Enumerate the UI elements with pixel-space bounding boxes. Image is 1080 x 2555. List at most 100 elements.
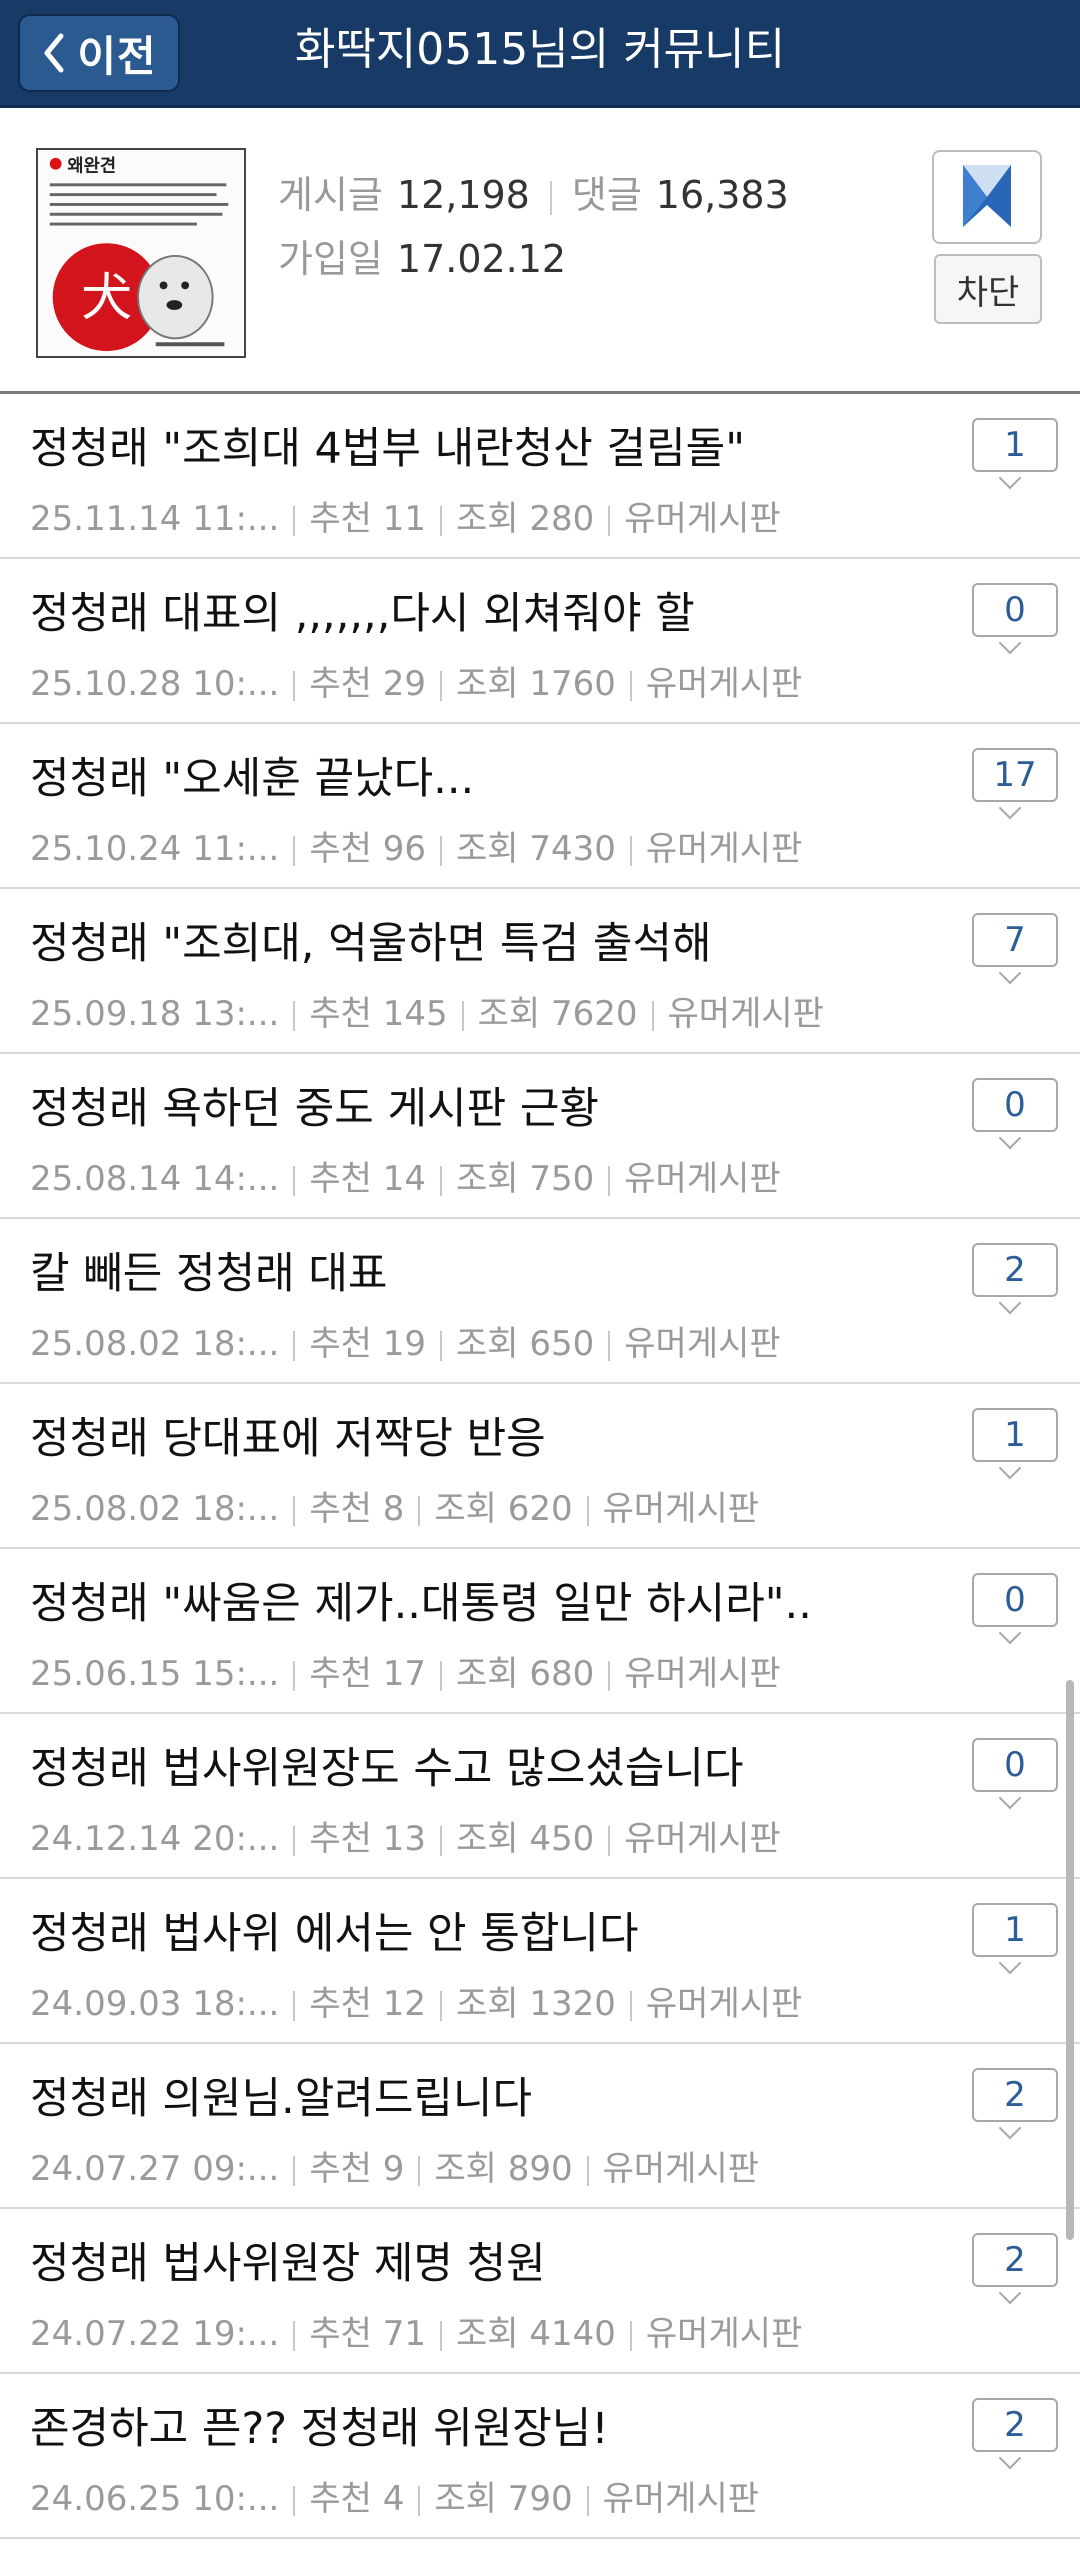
post-meta: 25.08.02 18:... 추천 19 조회 650 유머게시판 — [30, 1316, 781, 1365]
comment-count-badge: 0 — [972, 583, 1062, 655]
meta-divider — [629, 2320, 632, 2351]
post-recommend-count: 추천 11 — [309, 499, 426, 539]
post-date: 25.11.14 11:... — [30, 499, 280, 539]
post-recommend-count: 추천 19 — [309, 1324, 426, 1364]
post-title: 정청래 욕하던 중도 게시판 근황 — [30, 1084, 599, 1134]
comment-count-badge: 1 — [972, 1903, 1062, 1975]
post-board-name: 유머게시판 — [602, 1489, 760, 1529]
page-title: 화딱지0515님의 커뮤니티 — [294, 24, 786, 75]
post-list-item[interactable]: 정청래 법사위원장도 수고 많으셨습니다 24.12.14 20:... 추천 13… — [0, 1714, 1080, 1879]
post-meta: 25.08.02 18:... 추천 8 조회 620 유머게시판 — [30, 1481, 759, 1530]
scrollbar[interactable] — [1066, 1680, 1074, 2240]
post-recommend-count: 추천 4 — [309, 2479, 405, 2519]
comment-count-badge: 0 — [972, 1573, 1062, 1645]
post-title: 정청래 대표의 ,,,,,,,다시 외쳐줘야 할 — [30, 589, 695, 639]
meta-divider — [293, 2320, 296, 2351]
post-list-item[interactable]: 정청래 "싸움은 제가..대통령 일만 하시라".. 25.06.15 15:..… — [0, 1549, 1080, 1714]
post-view-count: 조회 890 — [434, 2149, 573, 2189]
post-date: 24.09.03 18:... — [30, 1984, 280, 2024]
post-recommend-count: 추천 13 — [309, 1819, 426, 1859]
back-button[interactable]: 이전 — [18, 14, 180, 92]
avatar: 왜완견 犬 — [36, 148, 246, 358]
post-meta: 25.06.15 15:... 추천 17 조회 680 유머게시판 — [30, 1646, 781, 1695]
post-list-item[interactable]: 정청래 "조희대, 억울하면 특검 출석해 25.09.18 13:... 추천 1… — [0, 889, 1080, 1054]
post-view-count: 조회 680 — [456, 1654, 595, 1694]
post-recommend-count: 추천 71 — [309, 2314, 426, 2354]
post-list-item[interactable]: 정청래 "오세훈 끝났다... 25.10.24 11:... 추천 96 조회 74… — [0, 724, 1080, 889]
comment-count-badge: 0 — [972, 1738, 1062, 1810]
post-title: 정청래 의원님.알려드립니다 — [30, 2074, 533, 2124]
post-list-item[interactable]: 정청래 당대표에 저짝당 반응 25.08.02 18:... 추천 8 조회 620… — [0, 1384, 1080, 1549]
post-view-count: 조회 280 — [456, 499, 595, 539]
meta-divider — [293, 505, 296, 536]
post-date: 25.06.15 15:... — [30, 1654, 280, 1694]
post-date: 24.07.22 19:... — [30, 2314, 280, 2354]
post-view-count: 조회 1760 — [456, 664, 616, 704]
meta-divider — [293, 2485, 296, 2516]
post-date: 25.09.18 13:... — [30, 994, 280, 1034]
post-meta: 25.10.24 11:... 추천 96 조회 7430 유머게시판 — [30, 821, 802, 870]
post-board-name: 유머게시판 — [645, 664, 803, 704]
meta-divider — [608, 1165, 611, 1196]
meta-divider — [293, 1660, 296, 1691]
meta-divider — [608, 1660, 611, 1691]
meta-divider — [418, 2155, 421, 2186]
post-meta: 24.06.25 10:... 추천 4 조회 790 유머게시판 — [30, 2471, 759, 2520]
post-list-item[interactable]: 정청래 대표의 ,,,,,,,다시 외쳐줘야 할 25.10.28 10:... 추… — [0, 559, 1080, 724]
meta-divider — [418, 1495, 421, 1526]
meta-divider — [440, 1825, 442, 1856]
post-title: 정청래 "조희대 4법부 내란청산 걸림돌" — [30, 424, 745, 474]
comment-count: 1 — [972, 418, 1058, 472]
post-recommend-count: 추천 17 — [309, 1654, 426, 1694]
post-list-item[interactable]: 존경하고 픈?? 정청래 위원장님! 24.06.25 10:... 추천 4 조회 … — [0, 2374, 1080, 2539]
post-date: 24.12.14 20:... — [30, 1819, 280, 1859]
post-comment-stats: 게시글 12,198 댓글 16,383 — [278, 164, 789, 219]
comment-count: 2 — [972, 2068, 1058, 2122]
comment-count-badge: 1 — [972, 1408, 1062, 1480]
post-board-name: 유머게시판 — [667, 994, 824, 1034]
post-list-item[interactable]: 정청래 욕하던 중도 게시판 근황 25.08.14 14:... 추천 14 조회 … — [0, 1054, 1080, 1219]
post-meta: 25.11.14 11:... 추천 11 조회 280 유머게시판 — [30, 491, 781, 540]
post-recommend-count: 추천 29 — [309, 664, 426, 704]
post-title: 정청래 당대표에 저짝당 반응 — [30, 1414, 546, 1464]
comment-count-badge: 17 — [972, 748, 1062, 820]
meta-divider — [629, 835, 632, 866]
post-title: 정청래 법사위원장 제명 청원 — [30, 2239, 546, 2289]
post-view-count: 조회 620 — [434, 1489, 573, 1529]
post-board-name: 유머게시판 — [624, 499, 781, 539]
comment-count-badge: 2 — [972, 2068, 1062, 2140]
post-board-name: 유머게시판 — [624, 1324, 781, 1364]
post-recommend-count: 추천 145 — [309, 994, 448, 1034]
post-recommend-count: 추천 96 — [309, 829, 426, 869]
bookmark-button[interactable] — [932, 150, 1042, 244]
post-list-item[interactable]: 정청래 "조희대 4법부 내란청산 걸림돌" 25.11.14 11:... 추천 … — [0, 394, 1080, 559]
comment-count-badge: 0 — [972, 1078, 1062, 1150]
meta-divider — [586, 2485, 589, 2516]
post-view-count: 조회 4140 — [456, 2314, 616, 2354]
comment-count-badge: 2 — [972, 2233, 1062, 2305]
svg-text:犬: 犬 — [81, 269, 132, 328]
post-title: 정청래 법사위원장도 수고 많으셨습니다 — [30, 1744, 744, 1794]
post-title: 존경하고 픈?? 정청래 위원장님! — [30, 2404, 609, 2454]
post-board-name: 유머게시판 — [602, 2149, 760, 2189]
post-list-item[interactable]: 정청래 의원님.알려드립니다 24.07.27 09:... 추천 9 조회 890 유… — [0, 2044, 1080, 2209]
post-date: 25.08.02 18:... — [30, 1489, 280, 1529]
comment-count: 0 — [972, 1573, 1058, 1627]
meta-divider — [293, 2155, 296, 2186]
post-date: 24.06.25 10:... — [30, 2479, 280, 2519]
post-recommend-count: 추천 14 — [309, 1159, 426, 1199]
post-list-item[interactable]: 정청래 법사위 에서는 안 통합니다 24.09.03 18:... 추천 12 조회… — [0, 1879, 1080, 2044]
comment-count: 2 — [972, 1243, 1058, 1297]
post-list-item[interactable]: 정청래 법사위원장 제명 청원 24.07.22 19:... 추천 71 조회 41… — [0, 2209, 1080, 2374]
profile-section: 왜완견 犬 게시글 12,198 댓글 16,383 가입일 17.02.12 — [0, 108, 1080, 394]
post-view-count: 조회 7430 — [456, 829, 616, 869]
meta-divider — [440, 1165, 442, 1196]
post-view-count: 조회 450 — [456, 1819, 595, 1859]
block-button[interactable]: 차단 — [934, 254, 1042, 324]
meta-divider — [293, 1165, 296, 1196]
meta-divider — [651, 1000, 654, 1031]
post-list-item[interactable]: 칼 빼든 정청래 대표 25.08.02 18:... 추천 19 조회 650 유머게… — [0, 1219, 1080, 1384]
post-list: 정청래 "조희대 4법부 내란청산 걸림돌" 25.11.14 11:... 추천 … — [0, 394, 1080, 2539]
meta-divider — [293, 835, 296, 866]
post-date: 25.10.28 10:... — [30, 664, 280, 704]
